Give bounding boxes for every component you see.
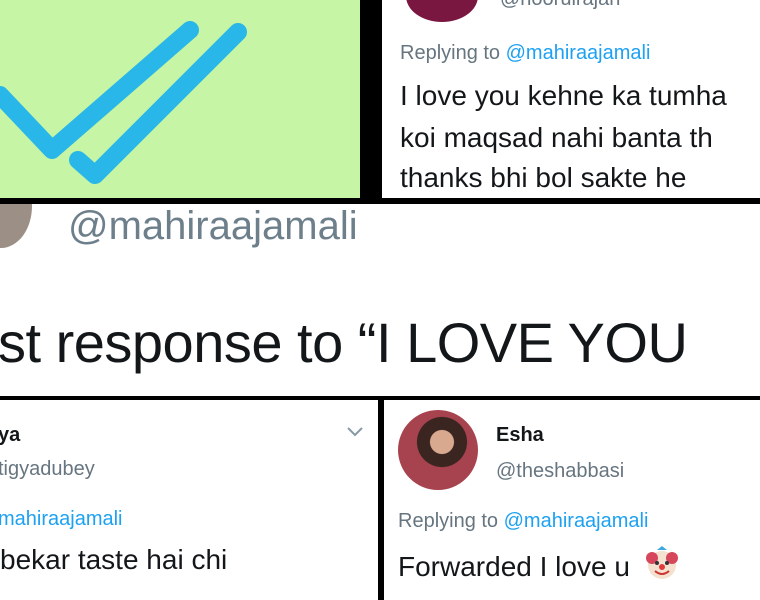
user-handle: tigyadubey [0,458,95,480]
avatar [406,0,478,22]
double-check-icon [0,21,247,184]
replying-handle-link[interactable]: @mahiraajamali [504,510,649,532]
user-handle: @theshabbasi [496,460,625,482]
user-name: Esha [496,424,544,446]
clown-emoji-icon [645,546,678,579]
reply-tweet-bottom-right: Esha @theshabbasi Replying to @mahiraaja… [384,400,760,600]
replying-to-line: Replying to @mahiraajamali [398,510,648,533]
tweet-text-line-3: thanks bhi bol sakte he [400,162,687,193]
user-handle: @noorulrajan [500,0,620,11]
replying-to-line: Replying to @mahiraajamali [400,42,650,65]
tweet-text: Forwarded I love u [398,551,630,582]
avatar [398,410,478,490]
tweet-text: bekar taste hai chi [0,544,228,575]
user-name: ya [0,424,21,446]
tweet-text-line-1: I love you kehne ka tumha [400,80,727,111]
replying-prefix: Replying to [400,42,501,64]
replying-handle-link[interactable]: @mahiraajamali [506,42,651,64]
replying-handle-link[interactable]: mahiraajamali [0,508,123,531]
avatar [0,204,32,248]
tweet-text-line: Forwarded I love u [398,546,680,583]
green-checkmark-panel [0,0,360,198]
reply-tweet-bottom-left: ya tigyadubey mahiraajamali bekar taste … [0,400,378,600]
replying-prefix: Replying to [398,510,499,532]
user-handle: @mahiraajamali [68,204,358,248]
headline-panel: @mahiraajamali st response to “I LOVE YO… [0,204,760,396]
tweet-text-line-2: koi maqsad nahi banta th [400,122,713,153]
reply-tweet-top-right: @noorulrajan Replying to @mahiraajamali … [382,0,760,198]
headline-text: st response to “I LOVE YOU [0,311,688,374]
chevron-down-icon[interactable] [346,426,364,438]
